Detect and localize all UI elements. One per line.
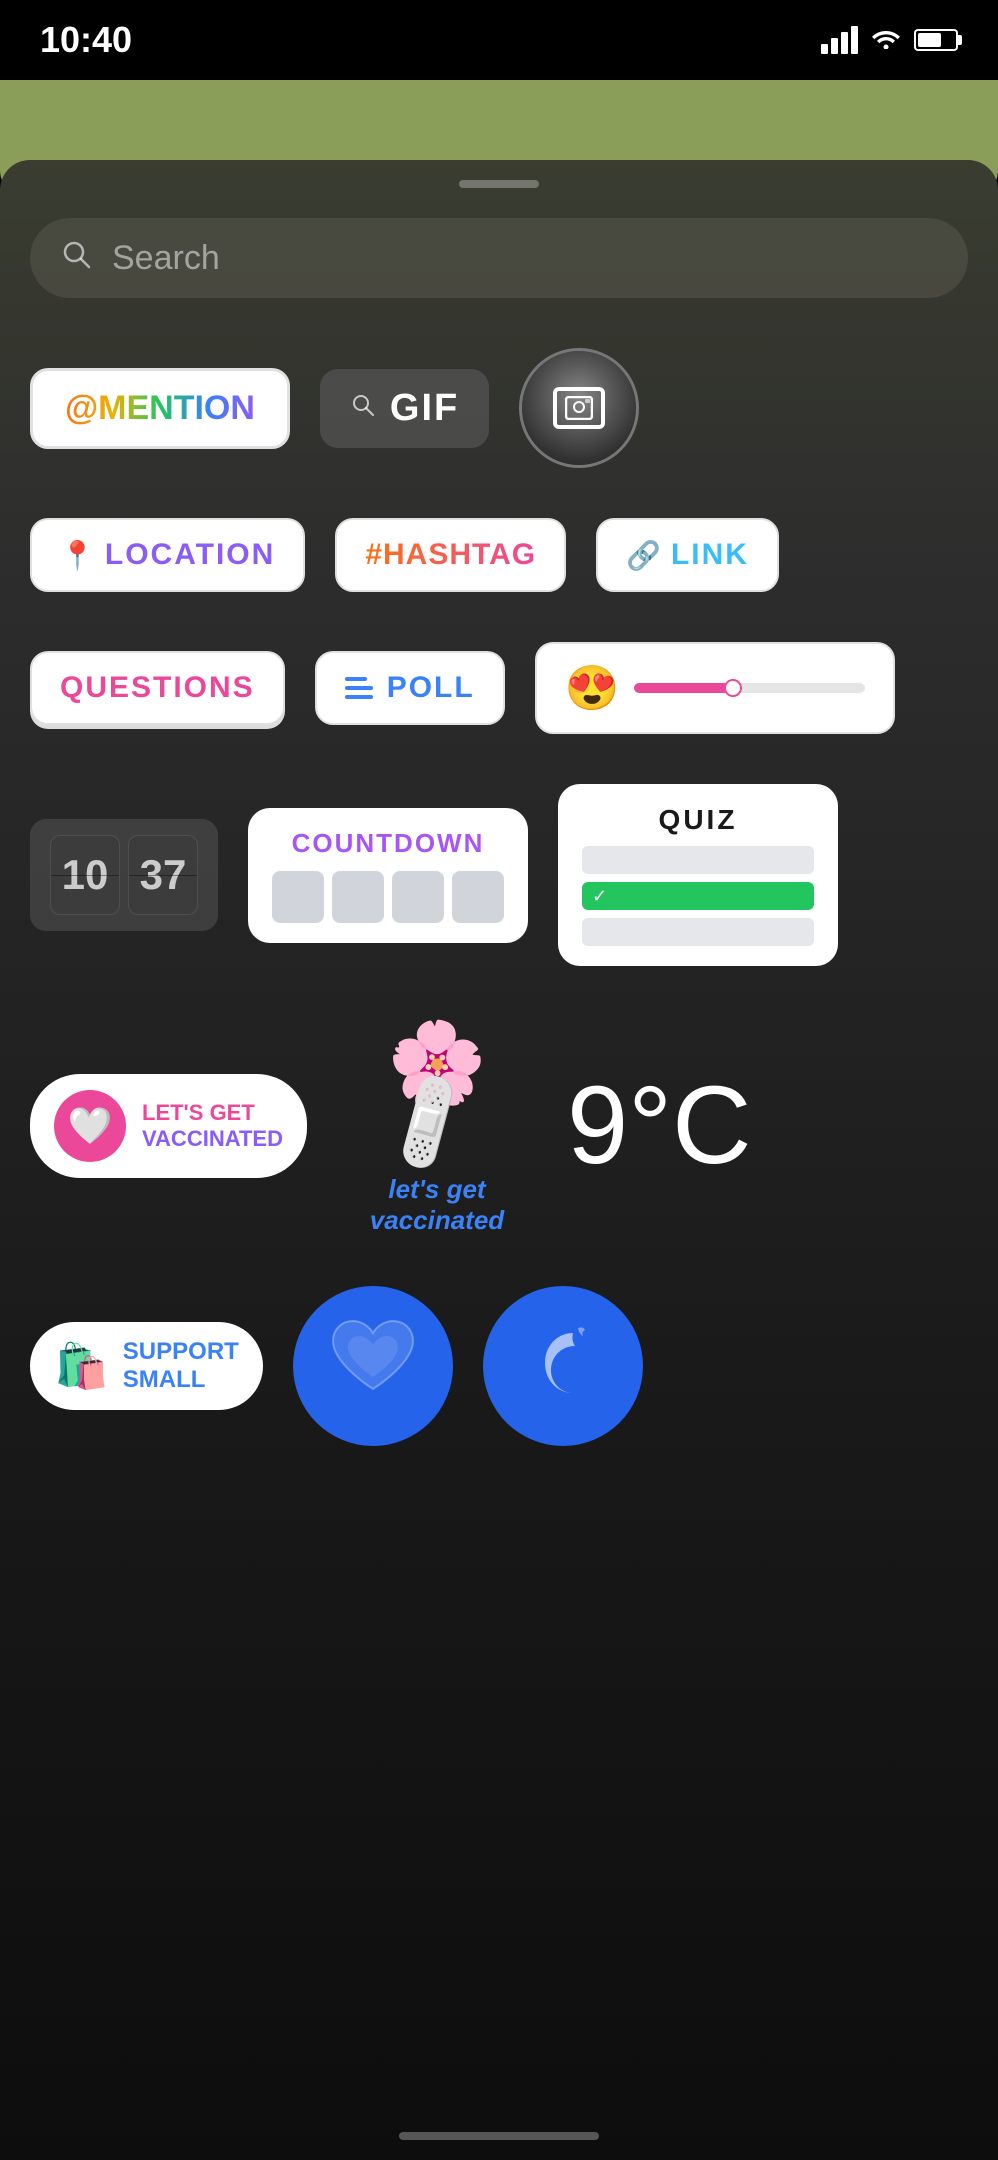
vaccine-lets: LET'S GET: [142, 1100, 283, 1126]
questions-sticker[interactable]: QUESTIONS: [30, 651, 285, 725]
sticker-row-5: 🤍 LET'S GET VACCINATED 🌸 🩹 let's getvacc…: [30, 1016, 968, 1236]
flipclock-sticker[interactable]: 10 37: [30, 819, 218, 931]
vaccine-circle: 🤍: [54, 1090, 126, 1162]
location-icon: 📍: [60, 539, 95, 572]
emoji-slider-sticker[interactable]: 😍: [535, 642, 895, 734]
status-time: 10:40: [40, 19, 132, 61]
heart-decoration: [328, 1319, 418, 1413]
flip-digit-1: 10: [50, 835, 120, 915]
gif-search-icon: [350, 392, 376, 425]
poll-sticker[interactable]: POLL: [315, 651, 505, 725]
quiz-option-1: [582, 846, 814, 874]
vaccine-vacc: VACCINATED: [142, 1126, 283, 1152]
slider-track[interactable]: [634, 683, 865, 693]
search-placeholder: Search: [112, 239, 220, 278]
temperature-sticker[interactable]: 9°C: [567, 1071, 752, 1181]
vaccine-text: LET'S GET VACCINATED: [142, 1100, 283, 1152]
search-bar[interactable]: Search: [30, 218, 968, 298]
wifi-icon: [870, 24, 902, 56]
sticker-row-3: QUESTIONS POLL 😍: [30, 642, 968, 734]
quiz-label: QUIZ: [582, 804, 814, 836]
quiz-check-icon: ✓: [592, 886, 607, 907]
slider-emoji: 😍: [565, 662, 620, 714]
sticker-grid: @MENTION GIF: [30, 348, 968, 1446]
photo-sticker[interactable]: [519, 348, 639, 468]
home-indicator: [399, 2132, 599, 2140]
countdown-tile-2: [332, 871, 384, 923]
mention-sticker[interactable]: @MENTION: [30, 368, 290, 449]
quiz-option-2: ✓: [582, 882, 814, 910]
poll-label: POLL: [387, 671, 475, 705]
countdown-label: COUNTDOWN: [292, 828, 485, 859]
support-line2: SMALL: [123, 1366, 239, 1394]
quiz-option-3: [582, 918, 814, 946]
sticker-panel: Search @MENTION GIF: [0, 160, 998, 2160]
hashtag-label: #HASHTAG: [365, 538, 536, 572]
photo-frame-icon: [553, 387, 605, 429]
bag-icon: 🛍️: [54, 1340, 109, 1392]
moon-icon: [523, 1318, 603, 1414]
support-small-sticker[interactable]: 🛍️ SUPPORT SMALL: [30, 1322, 263, 1410]
location-sticker[interactable]: 📍 LOCATION: [30, 518, 305, 592]
countdown-tiles: [272, 871, 504, 923]
drag-handle[interactable]: [459, 180, 539, 188]
countdown-sticker[interactable]: COUNTDOWN: [248, 808, 528, 943]
link-sticker[interactable]: 🔗 LINK: [596, 518, 779, 592]
mention-label: @MENTION: [65, 389, 255, 428]
status-bar: 10:40: [0, 0, 998, 80]
slider-thumb: [724, 679, 742, 697]
support-text: SUPPORT SMALL: [123, 1338, 239, 1394]
countdown-tile-1: [272, 871, 324, 923]
sticker-row-1: @MENTION GIF: [30, 348, 968, 468]
gif-sticker[interactable]: GIF: [320, 369, 489, 448]
support-line1: SUPPORT: [123, 1338, 239, 1366]
search-icon: [60, 238, 92, 278]
link-label: LINK: [671, 538, 749, 572]
temperature-value: 9°C: [567, 1064, 752, 1187]
vaccine-art-sticker[interactable]: 🌸 🩹 let's getvaccinated: [337, 1016, 537, 1236]
sticker-row-2: 📍 LOCATION #HASHTAG 🔗 LINK: [30, 518, 968, 592]
countdown-tile-4: [452, 871, 504, 923]
questions-label: QUESTIONS: [60, 671, 255, 705]
link-icon: 🔗: [626, 539, 661, 572]
blue-heart-sticker[interactable]: [293, 1286, 453, 1446]
gif-label: GIF: [390, 387, 459, 430]
hashtag-sticker[interactable]: #HASHTAG: [335, 518, 566, 592]
battery-icon: [914, 29, 958, 51]
quiz-options: ✓: [582, 846, 814, 946]
poll-icon: [345, 677, 373, 699]
sticker-row-6: 🛍️ SUPPORT SMALL: [30, 1286, 968, 1446]
vaccine-art: 🌸 🩹: [347, 1016, 527, 1164]
countdown-tile-3: [392, 871, 444, 923]
vaccine-badge-sticker[interactable]: 🤍 LET'S GET VACCINATED: [30, 1074, 307, 1178]
quiz-sticker[interactable]: QUIZ ✓: [558, 784, 838, 966]
vaccine-heart-icon: 🤍: [68, 1105, 113, 1147]
moon-sticker[interactable]: [483, 1286, 643, 1446]
status-icons: [821, 24, 958, 56]
location-label: LOCATION: [105, 538, 275, 572]
sticker-row-4: 10 37 COUNTDOWN QUIZ ✓: [30, 784, 968, 966]
vaccine-art-label: let's getvaccinated: [370, 1174, 504, 1236]
flip-digit-2: 37: [128, 835, 198, 915]
signal-icon: [821, 26, 858, 54]
